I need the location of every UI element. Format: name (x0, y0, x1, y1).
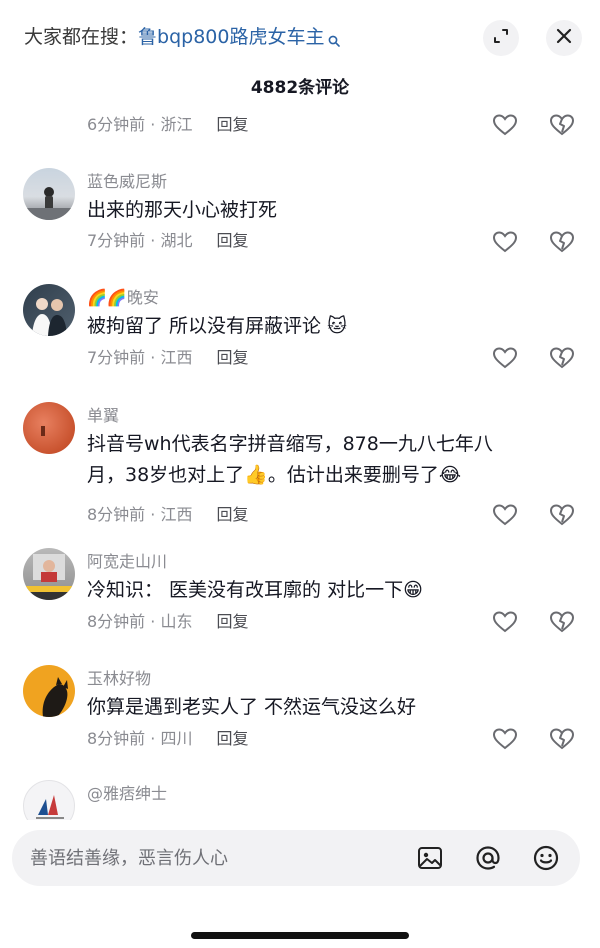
comment-text: 冷知识： 医美没有改耳廓的 对比一下😁 (87, 575, 567, 606)
avatar[interactable] (23, 665, 75, 717)
dislike-icon[interactable] (549, 610, 575, 634)
comment-text: 你算是遇到老实人了 不然运气没这么好 (87, 696, 417, 718)
comment-list[interactable]: 6分钟前 · 浙江 回复 蓝色威尼斯 出来的那天小心被打死 7分钟前 · 湖北 回复 (0, 110, 600, 820)
comment-location: 四川 (160, 729, 193, 748)
search-suggestion-keyword[interactable]: 鲁bqp800路虎女车主 (138, 26, 324, 48)
avatar[interactable] (23, 548, 75, 600)
close-button[interactable] (546, 20, 582, 56)
emoji-icon[interactable] (532, 844, 560, 872)
comment-sheet-header: 大家都在搜：鲁bqp800路虎女车主 4882条评论 (0, 0, 600, 98)
dislike-icon[interactable] (549, 230, 575, 254)
search-icon (328, 26, 341, 56)
like-icon[interactable] (492, 113, 518, 137)
comment-text: 出来的那天小心被打死 (87, 199, 278, 221)
comment-time: 6分钟前 (87, 115, 146, 134)
comment-location: 江西 (160, 348, 193, 367)
comment-text-line-2: 月，38岁也对上了👍。估计出来要删号了😂 (87, 464, 462, 486)
comment-username[interactable]: 蓝色威尼斯 (87, 170, 167, 194)
comment-input-container[interactable] (12, 830, 580, 886)
avatar[interactable] (23, 168, 75, 220)
avatar[interactable] (23, 402, 75, 454)
comment-username[interactable]: 玉林好物 (87, 667, 151, 691)
comment-composer (0, 820, 600, 948)
reply-button[interactable]: 回复 (216, 505, 248, 524)
dislike-icon[interactable] (549, 503, 575, 527)
reply-button[interactable]: 回复 (216, 612, 248, 631)
tears-of-joy-emoji: 😂 (438, 464, 462, 486)
comment-time: 8分钟前 (87, 729, 146, 748)
reply-button[interactable]: 回复 (216, 115, 248, 134)
image-icon[interactable] (416, 844, 444, 872)
comment-time: 7分钟前 (87, 348, 146, 367)
reply-button[interactable]: 回复 (216, 231, 248, 250)
like-icon[interactable] (492, 610, 518, 634)
dislike-icon[interactable] (549, 346, 575, 370)
comment-time: 8分钟前 (87, 612, 146, 631)
comment-text: 抖音号wh代表名字拼音缩写，878一九八七年八 月，38岁也对上了👍。估计出来要… (87, 429, 567, 491)
at-icon[interactable] (474, 844, 502, 872)
comment-meta: 8分钟前 · 江西 回复 (87, 505, 249, 524)
search-suggestion[interactable]: 大家都在搜：鲁bqp800路虎女车主 (24, 22, 341, 56)
comment-username[interactable]: 单翼 (87, 404, 119, 428)
reply-button[interactable]: 回复 (216, 729, 248, 748)
comment-text: 被拘留了 所以没有屏蔽评论 🐱 (87, 311, 567, 342)
comment-meta: 8分钟前 · 山东 回复 (87, 612, 249, 631)
reply-button[interactable]: 回复 (216, 348, 248, 367)
cat-emoji: 🐱 (327, 315, 347, 337)
minimize-button[interactable] (483, 20, 519, 56)
like-icon[interactable] (492, 727, 518, 751)
comment-username[interactable]: 🌈🌈晚安 (87, 286, 159, 310)
comment-meta: 7分钟前 · 湖北 回复 (87, 231, 249, 250)
search-suggestion-prefix: 大家都在搜： (24, 26, 139, 48)
like-icon[interactable] (492, 503, 518, 527)
comment-input[interactable] (30, 830, 390, 886)
comment-time: 7分钟前 (87, 231, 146, 250)
comment-text-body: 被拘留了 所以没有屏蔽评论 (87, 315, 322, 337)
comment-time: 8分钟前 (87, 505, 146, 524)
close-icon (555, 27, 573, 49)
comment-meta: 8分钟前 · 四川 回复 (87, 729, 249, 748)
dislike-icon[interactable] (549, 727, 575, 751)
comment-text-body: 冷知识： 医美没有改耳廓的 对比一下 (87, 579, 404, 601)
comment-location: 山东 (160, 612, 193, 631)
thumbs-up-emoji: 👍 (244, 464, 268, 486)
grin-emoji: 😁 (403, 579, 423, 601)
like-icon[interactable] (492, 346, 518, 370)
comment-meta: 7分钟前 · 江西 回复 (87, 348, 249, 367)
comment-username[interactable]: @雅痞绅士 (87, 782, 167, 806)
comment-meta: 6分钟前 · 浙江 回复 (87, 115, 249, 134)
dislike-icon[interactable] (549, 113, 575, 137)
comment-location: 江西 (160, 505, 193, 524)
avatar[interactable] (23, 284, 75, 336)
comment-sheet: 大家都在搜：鲁bqp800路虎女车主 4882条评论 6分钟前 · 浙江回复 (0, 0, 600, 948)
comment-count: 4882条评论 (250, 78, 350, 98)
comment-text-line-1: 抖音号wh代表名字拼音缩写，878一九八七年八 (87, 433, 493, 455)
comment-location: 浙江 (160, 115, 193, 134)
avatar[interactable] (23, 780, 75, 820)
like-icon[interactable] (492, 230, 518, 254)
comment-username[interactable]: 阿宽走山川 (87, 550, 167, 574)
minimize-icon (492, 27, 510, 49)
comment-location: 湖北 (160, 231, 193, 250)
home-indicator (191, 932, 409, 939)
